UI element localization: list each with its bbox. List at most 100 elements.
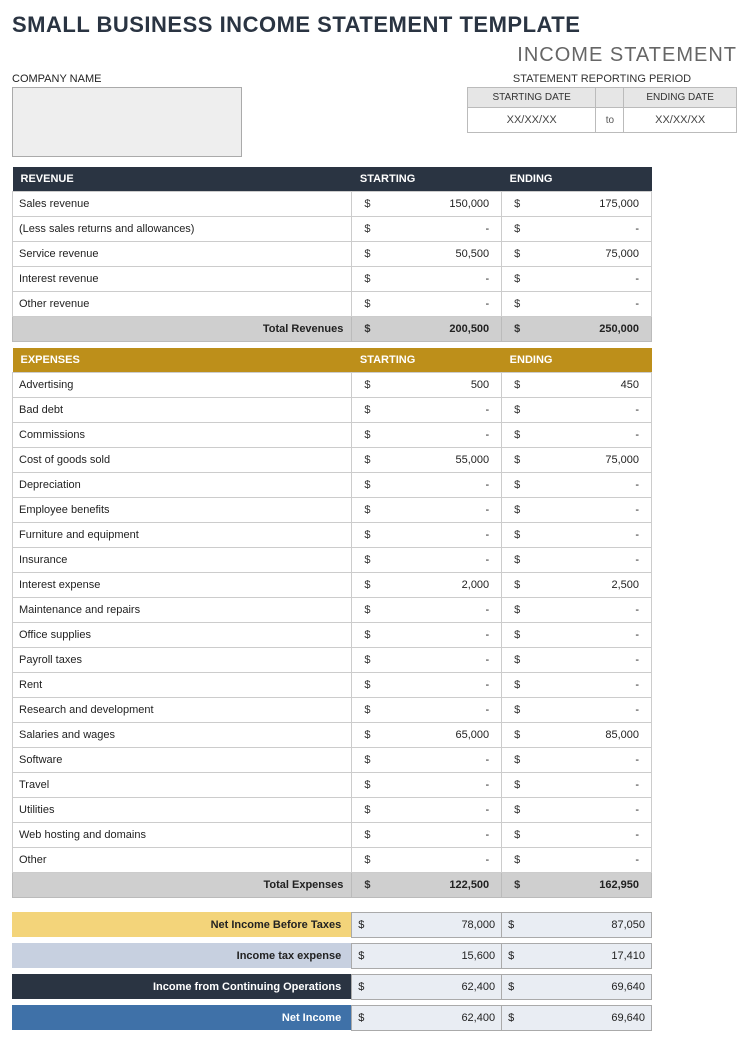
expenses-row-end[interactable]: - (635, 829, 639, 841)
revenue-row-start[interactable]: - (486, 223, 490, 235)
expenses-row-end[interactable]: - (635, 779, 639, 791)
revenue-row-start[interactable]: 150,000 (449, 198, 489, 210)
expenses-table: EXPENSES STARTING ENDING Advertising$500… (12, 348, 652, 898)
revenue-header: REVENUE (13, 167, 352, 192)
currency-symbol: $ (364, 754, 370, 766)
expenses-row-end[interactable]: - (635, 704, 639, 716)
expenses-row-start[interactable]: - (486, 829, 490, 841)
expenses-row-start[interactable]: 65,000 (456, 729, 490, 741)
revenue-row-end[interactable]: 75,000 (605, 248, 639, 260)
expenses-row-end[interactable]: 2,500 (611, 579, 639, 591)
expenses-row-label: Rent (13, 673, 352, 698)
currency-symbol: $ (364, 854, 370, 866)
revenue-row-label: Sales revenue (13, 192, 352, 217)
expenses-row-start[interactable]: - (486, 629, 490, 641)
expenses-row-start[interactable]: - (486, 804, 490, 816)
expenses-row-end[interactable]: - (635, 679, 639, 691)
expenses-row-start[interactable]: - (486, 504, 490, 516)
expenses-row-start[interactable]: - (486, 479, 490, 491)
expenses-row-start[interactable]: - (486, 604, 490, 616)
expenses-row-end[interactable]: - (635, 529, 639, 541)
expenses-row-start[interactable]: 500 (471, 379, 489, 391)
expenses-row-end[interactable]: 450 (621, 379, 639, 391)
total-expenses-start: 122,500 (449, 879, 489, 891)
net-income-start: 62,400 (461, 1012, 495, 1024)
revenue-row-end[interactable]: - (635, 273, 639, 285)
expenses-row-start[interactable]: 55,000 (456, 454, 490, 466)
currency-symbol: $ (514, 529, 520, 541)
expenses-row-label: Cost of goods sold (13, 448, 352, 473)
currency-symbol: $ (514, 554, 520, 566)
expenses-row-end[interactable]: - (635, 404, 639, 416)
expenses-row-end[interactable]: - (635, 504, 639, 516)
currency-symbol: $ (514, 579, 520, 591)
expenses-row-end[interactable]: - (635, 629, 639, 641)
revenue-row-end[interactable]: - (635, 223, 639, 235)
currency-symbol: $ (364, 529, 370, 541)
expenses-row-label: Employee benefits (13, 498, 352, 523)
expenses-row-start[interactable]: - (486, 654, 490, 666)
table-row: Interest expense$2,000$2,500 (13, 573, 652, 598)
currency-symbol: $ (364, 454, 370, 466)
summary-section: Net Income Before Taxes $78,000 $87,050 … (12, 906, 652, 1031)
expenses-ending-header: ENDING (502, 348, 652, 373)
expenses-row-end[interactable]: - (635, 554, 639, 566)
revenue-row-start[interactable]: 50,500 (456, 248, 490, 260)
income-tax-expense-start: 15,600 (461, 950, 495, 962)
expenses-row-label: Furniture and equipment (13, 523, 352, 548)
revenue-row-end[interactable]: 175,000 (599, 198, 639, 210)
expenses-row-start[interactable]: - (486, 704, 490, 716)
expenses-row-start[interactable]: 2,000 (462, 579, 490, 591)
expenses-row-end[interactable]: - (635, 479, 639, 491)
starting-date-value[interactable]: XX/XX/XX (468, 108, 596, 133)
table-row: Maintenance and repairs$-$- (13, 598, 652, 623)
revenue-row-label: Service revenue (13, 242, 352, 267)
income-tax-expense-end: 17,410 (611, 950, 645, 962)
company-name-label: COMPANY NAME (12, 73, 242, 85)
table-row: Insurance$-$- (13, 548, 652, 573)
table-row: Furniture and equipment $ - $ - (13, 523, 652, 548)
expenses-row-end[interactable]: - (635, 754, 639, 766)
expenses-row-start[interactable]: - (486, 429, 490, 441)
currency-symbol: $ (514, 704, 520, 716)
total-revenues-start: 200,500 (449, 323, 489, 335)
company-name-input[interactable] (12, 87, 242, 157)
table-row: Travel$-$- (13, 773, 652, 798)
revenue-row-start[interactable]: - (486, 298, 490, 310)
total-expenses-end: 162,950 (599, 879, 639, 891)
table-row: Payroll taxes$-$- (13, 648, 652, 673)
expenses-row-end[interactable]: 85,000 (605, 729, 639, 741)
ending-date-value[interactable]: XX/XX/XX (624, 108, 737, 133)
net-income-label: Net Income (12, 1005, 352, 1030)
table-row: Salaries and wages$65,000$85,000 (13, 723, 652, 748)
currency-symbol: $ (364, 479, 370, 491)
expenses-row-start[interactable]: - (486, 679, 490, 691)
currency-symbol: $ (514, 504, 520, 516)
expenses-row-end[interactable]: - (635, 854, 639, 866)
expenses-row-start[interactable]: - (486, 754, 490, 766)
table-row: Other$-$- (13, 848, 652, 873)
expenses-row-start[interactable]: - (486, 854, 490, 866)
revenue-row-start[interactable]: - (486, 273, 490, 285)
currency-symbol: $ (514, 679, 520, 691)
expenses-row-end[interactable]: - (635, 429, 639, 441)
expenses-row-end[interactable]: - (635, 604, 639, 616)
expenses-row-start[interactable]: - (486, 554, 490, 566)
currency-symbol: $ (514, 223, 520, 235)
currency-symbol: $ (364, 198, 370, 210)
expenses-row-end[interactable]: 75,000 (605, 454, 639, 466)
table-row: (Less sales returns and allowances)$-$- (13, 217, 652, 242)
currency-symbol: $ (514, 654, 520, 666)
expenses-row-start[interactable]: - (486, 779, 490, 791)
expenses-row-start[interactable]: - (486, 404, 490, 416)
currency-symbol: $ (364, 248, 370, 260)
currency-symbol: $ (514, 879, 520, 891)
expenses-row-end[interactable]: - (635, 804, 639, 816)
expenses-row-end[interactable]: - (635, 654, 639, 666)
table-row: Sales revenue $150,000 $175,000 (13, 192, 652, 217)
currency-symbol: $ (364, 504, 370, 516)
revenue-row-end[interactable]: - (635, 298, 639, 310)
expenses-row-start[interactable]: - (486, 529, 490, 541)
expenses-row-label: Web hosting and domains (13, 823, 352, 848)
currency-symbol: $ (514, 198, 520, 210)
